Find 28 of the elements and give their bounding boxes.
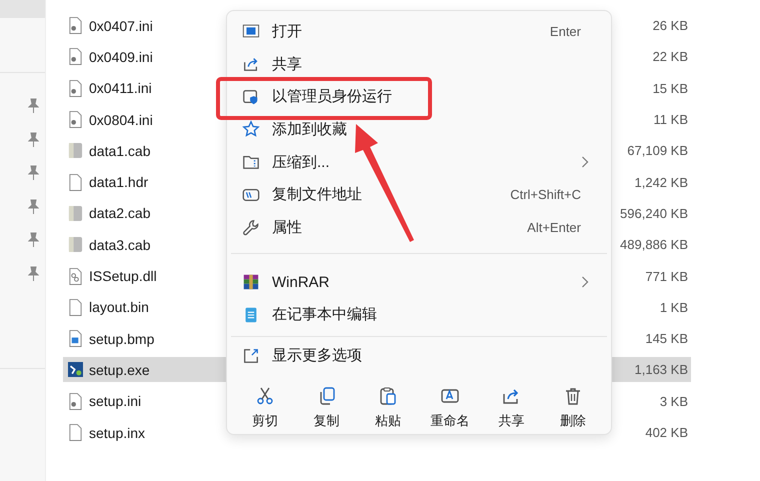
- file-size: 1,242 KB: [634, 174, 689, 190]
- file-name: layout.bin: [89, 299, 149, 316]
- file-name: setup.inx: [89, 424, 146, 440]
- file-size: 11 KB: [654, 112, 689, 128]
- file-name: data1.hdr: [89, 174, 148, 190]
- file-name: 0x0411.ini: [89, 80, 152, 96]
- file-size: 3 KB: [660, 394, 689, 409]
- file-size: 771 KB: [645, 268, 689, 284]
- file-name: data3.cab: [89, 236, 150, 253]
- file-name: 0x0407.ini: [89, 18, 153, 34]
- file-name: setup.ini: [89, 393, 142, 410]
- file-size: 489,886 KB: [620, 237, 689, 252]
- file-name: data1.cab: [89, 142, 150, 159]
- file-name: 0x0804.ini: [89, 112, 153, 128]
- file-size: 15 KB: [652, 80, 689, 96]
- file-size: 1,163 KB: [634, 362, 689, 378]
- file-size: 596,240 KB: [620, 206, 689, 221]
- file-size: 1 KB: [660, 300, 689, 315]
- file-name: ISSetup.dll: [89, 268, 157, 284]
- file-size: 67,109 KB: [627, 143, 689, 158]
- file-size: 26 KB: [652, 18, 689, 34]
- file-size: 402 KB: [645, 425, 689, 440]
- file-size: 145 KB: [645, 331, 689, 346]
- file-size: 22 KB: [652, 49, 689, 64]
- file-name: 0x0409.ini: [89, 48, 153, 65]
- file-name: setup.bmp: [89, 330, 154, 347]
- file-name: data2.cab: [89, 205, 150, 222]
- file-name: setup.exe: [89, 362, 150, 378]
